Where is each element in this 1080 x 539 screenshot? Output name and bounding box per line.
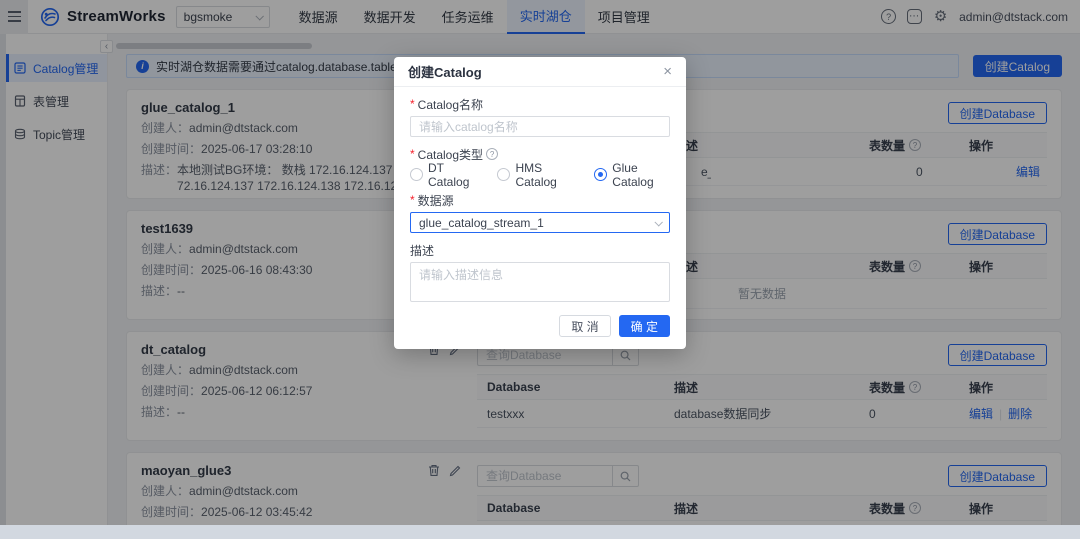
catalog-name-input[interactable] bbox=[410, 116, 670, 137]
modal-body: *Catalog名称 *Catalog类型? DT Catalog HMS Ca… bbox=[394, 87, 686, 307]
radio-icon bbox=[497, 168, 511, 181]
radio-selected-icon bbox=[594, 168, 608, 181]
screen: StreamWorks bgsmoke 数据源 数据开发 任务运维 实时湖仓 项… bbox=[0, 0, 1080, 539]
catalog-type-options: DT Catalog HMS Catalog Glue Catalog bbox=[410, 161, 670, 189]
datasource-select-value: glue_catalog_stream_1 bbox=[419, 215, 544, 230]
modal-title: 创建Catalog bbox=[408, 65, 482, 80]
modal-footer: 取 消 确 定 bbox=[394, 307, 686, 349]
modal-header: 创建Catalog × bbox=[394, 57, 686, 87]
radio-icon bbox=[410, 168, 423, 181]
radio-hms-catalog[interactable]: HMS Catalog bbox=[497, 161, 574, 189]
close-icon[interactable]: × bbox=[663, 64, 672, 79]
radio-glue-catalog[interactable]: Glue Catalog bbox=[594, 161, 670, 189]
description-textarea[interactable] bbox=[410, 262, 670, 302]
app-window: StreamWorks bgsmoke 数据源 数据开发 任务运维 实时湖仓 项… bbox=[0, 0, 1080, 525]
datasource-label: * 数据源 bbox=[410, 193, 454, 208]
confirm-button[interactable]: 确 定 bbox=[618, 315, 670, 337]
cancel-button[interactable]: 取 消 bbox=[559, 315, 611, 337]
help-circle-icon[interactable]: ? bbox=[486, 148, 499, 160]
radio-dt-catalog[interactable]: DT Catalog bbox=[410, 161, 477, 189]
catalog-name-label: * Catalog名称 bbox=[410, 97, 484, 112]
datasource-select[interactable]: glue_catalog_stream_1 bbox=[410, 212, 670, 233]
chevron-down-icon bbox=[654, 217, 663, 227]
description-label: 描述 bbox=[410, 243, 435, 258]
create-catalog-modal: 创建Catalog × *Catalog名称 *Catalog类型? DT Ca… bbox=[394, 57, 686, 349]
